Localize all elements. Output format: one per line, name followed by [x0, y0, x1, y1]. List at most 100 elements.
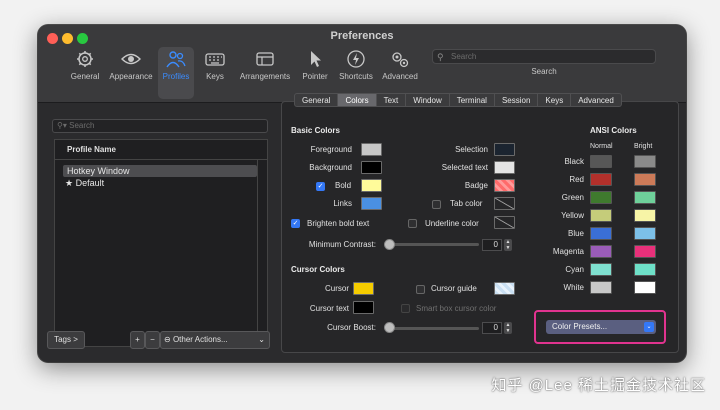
ansi-blue-normal-well[interactable] [590, 227, 612, 240]
toolbar-arrangements[interactable]: Arrangements [236, 47, 294, 99]
color-presets-dropdown[interactable]: Color Presets... ⌄ [546, 320, 656, 334]
brighten-bold-checkbox[interactable]: ✓ [291, 219, 300, 228]
ansi-cyan-bright-well[interactable] [634, 263, 656, 276]
ansi-black-label: Black [564, 157, 584, 166]
cursor-boost-slider[interactable] [385, 327, 479, 330]
ansi-colors-title: ANSI Colors [590, 126, 637, 135]
pointer-icon [311, 51, 321, 67]
toolbar-advanced[interactable]: Advanced [380, 47, 420, 99]
ansi-magenta-bright-well[interactable] [634, 245, 656, 258]
toolbar-appearance[interactable]: Appearance [106, 47, 156, 99]
gear-icon: ⊖ [164, 335, 171, 344]
badge-color-well[interactable] [494, 179, 515, 192]
tab-color-checkbox[interactable] [432, 200, 441, 209]
cursor-guide-checkbox[interactable] [416, 285, 425, 294]
toolbar-advanced-label: Advanced [382, 72, 418, 81]
ansi-white-normal-well[interactable] [590, 281, 612, 294]
profile-list-header[interactable]: Profile Name [55, 140, 267, 160]
preferences-search-input[interactable]: ⚲ Search [432, 49, 656, 64]
search-icon: ⚲ [437, 52, 444, 62]
tab-terminal[interactable]: Terminal [449, 93, 495, 107]
bold-color-well[interactable] [361, 179, 382, 192]
min-contrast-slider[interactable] [385, 243, 479, 246]
tab-session[interactable]: Session [494, 93, 539, 107]
cursor-color-well[interactable] [353, 282, 374, 295]
profile-tabs: General Colors Text Window Terminal Sess… [294, 93, 622, 107]
ansi-green-normal-well[interactable] [590, 191, 612, 204]
ansi-white-bright-well[interactable] [634, 281, 656, 294]
add-profile-button[interactable]: + [130, 331, 145, 349]
selected-text-color-well[interactable] [494, 161, 515, 174]
tab-advanced[interactable]: Advanced [571, 93, 622, 107]
foreground-color-well[interactable] [361, 143, 382, 156]
color-presets-label: Color Presets... [552, 322, 608, 331]
underline-color-well[interactable] [494, 216, 515, 229]
underline-color-checkbox[interactable] [408, 219, 417, 228]
ansi-bright-header: Bright [634, 143, 653, 150]
other-actions-dropdown[interactable]: ⊖ Other Actions... ⌄ [160, 331, 270, 349]
badge-label: Badge [464, 181, 488, 190]
cursor-guide-color-well[interactable] [494, 282, 515, 295]
background-color-well[interactable] [361, 161, 382, 174]
min-contrast-slider-knob[interactable] [384, 239, 395, 250]
bold-label: Bold [335, 181, 352, 190]
search-icon: ⚲▾ [57, 121, 70, 130]
cursor-boost-value[interactable]: 0 [482, 322, 502, 334]
toolbar-keys-label: Keys [206, 72, 224, 81]
min-contrast-value[interactable]: 0 [482, 239, 502, 251]
tab-color-well[interactable] [494, 197, 515, 210]
ansi-yellow-bright-well[interactable] [634, 209, 656, 222]
people-icon [166, 51, 186, 68]
remove-profile-button[interactable]: − [145, 331, 160, 349]
toolbar-profiles[interactable]: Profiles [158, 47, 194, 99]
tab-window[interactable]: Window [406, 93, 450, 107]
links-label: Links [333, 199, 352, 208]
ansi-white-label: White [563, 283, 584, 292]
brighten-bold-label: Brighten bold text [307, 219, 370, 228]
tab-text[interactable]: Text [376, 93, 407, 107]
window-title: Preferences [330, 30, 394, 42]
search-label: Search [531, 67, 557, 76]
tab-keys[interactable]: Keys [538, 93, 572, 107]
profile-item-hotkey-window[interactable]: Hotkey Window [63, 165, 257, 177]
ansi-blue-bright-well[interactable] [634, 227, 656, 240]
ansi-cyan-normal-well[interactable] [590, 263, 612, 276]
ansi-green-bright-well[interactable] [634, 191, 656, 204]
toolbar-arrangements-label: Arrangements [239, 72, 291, 81]
toolbar-keys[interactable]: Keys [198, 47, 232, 99]
ansi-red-normal-well[interactable] [590, 173, 612, 186]
smart-box-cursor-checkbox[interactable] [401, 304, 410, 313]
ansi-blue-label: Blue [567, 229, 584, 238]
tab-colors[interactable]: Colors [338, 93, 377, 107]
toolbar-general[interactable]: General [68, 47, 102, 99]
tab-color-label: Tab color [450, 199, 483, 208]
tags-button[interactable]: Tags > [47, 331, 85, 349]
tab-general[interactable]: General [294, 93, 339, 107]
profile-item-default[interactable]: ★ Default [55, 177, 267, 189]
ansi-yellow-normal-well[interactable] [590, 209, 612, 222]
preferences-search-placeholder: Search [451, 52, 477, 61]
bold-checkbox[interactable]: ✓ [316, 182, 325, 191]
ansi-normal-header: Normal [590, 143, 613, 150]
cursor-boost-stepper[interactable]: ▲ ▼ [504, 322, 512, 334]
cursor-label: Cursor [324, 284, 349, 293]
links-color-well[interactable] [361, 197, 382, 210]
cursor-boost-slider-knob[interactable] [384, 322, 395, 333]
cursor-guide-label: Cursor guide [431, 284, 477, 293]
cursor-text-color-well[interactable] [353, 301, 374, 314]
ansi-yellow-label: Yellow [561, 211, 584, 220]
ansi-magenta-normal-well[interactable] [590, 245, 612, 258]
selection-color-well[interactable] [494, 143, 515, 156]
profile-search-placeholder: Search [69, 121, 95, 130]
ansi-red-bright-well[interactable] [634, 173, 656, 186]
toolbar-shortcuts[interactable]: Shortcuts [336, 47, 376, 99]
cursor-colors-title: Cursor Colors [291, 265, 345, 274]
titlebar: Preferences General Appearance Profiles … [38, 25, 686, 103]
ansi-black-bright-well[interactable] [634, 155, 656, 168]
profile-list-scrollbar[interactable] [257, 160, 267, 346]
ansi-black-normal-well[interactable] [590, 155, 612, 168]
toolbar-pointer[interactable]: Pointer [298, 47, 332, 99]
min-contrast-stepper[interactable]: ▲ ▼ [504, 239, 512, 251]
ansi-magenta-label: Magenta [552, 247, 584, 256]
profile-search-input[interactable]: ⚲▾ Search [52, 119, 268, 133]
